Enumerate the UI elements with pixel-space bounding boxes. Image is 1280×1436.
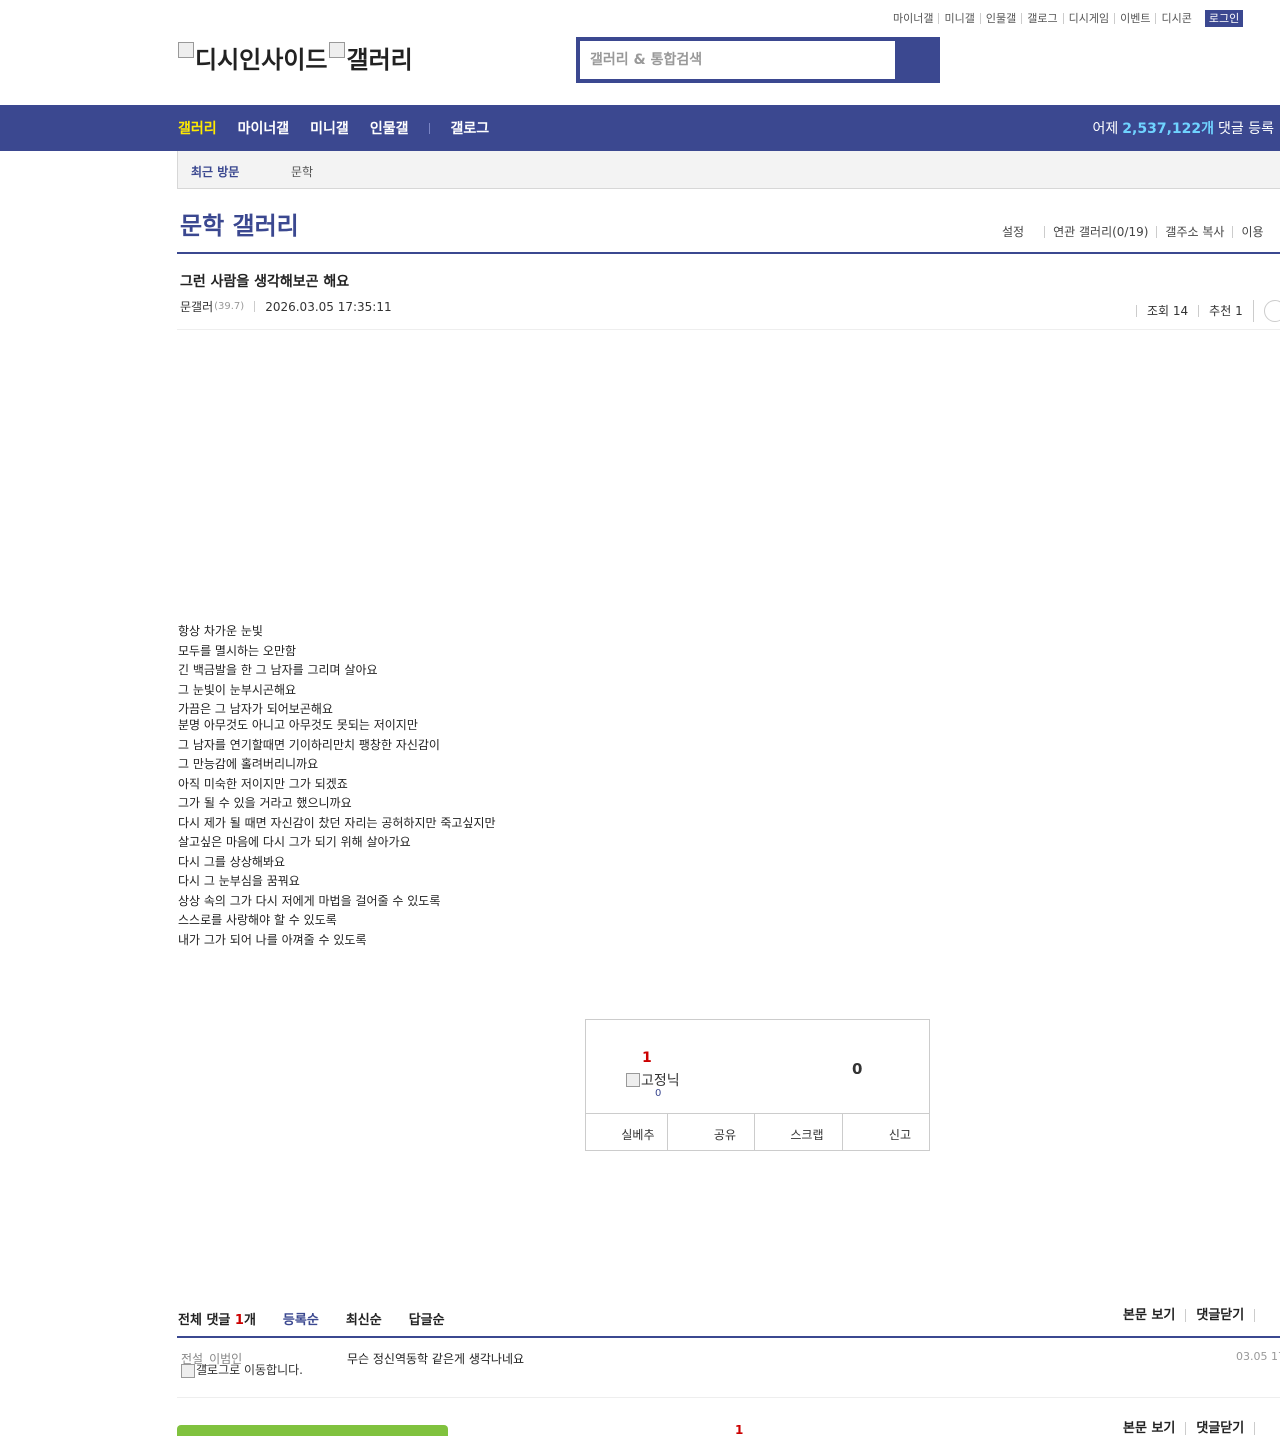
post-line: 다시 그를 상상해봐요 [178, 854, 285, 869]
nav-items: 갤러리 마이너갤 미니갤 인물갤 갤로그 [178, 105, 510, 151]
top-link-dccon[interactable]: 디시콘 [1155, 13, 1196, 24]
scrap-button[interactable]: 스크랩 [754, 1114, 842, 1150]
upvote-count[interactable]: 1 [642, 1050, 652, 1066]
gallery-tools: 설정 연관 갤러리(0/19) 갤주소 복사 이용 [1002, 226, 1272, 238]
broken-image-icon [178, 42, 194, 58]
copy-gallery-url[interactable]: 갤주소 복사 [1156, 226, 1232, 238]
top-link-minor[interactable]: 마이너갤 [893, 13, 938, 24]
post-recommends: 추천 1 [1198, 305, 1253, 317]
nav-gallery[interactable]: 갤러리 [178, 118, 217, 138]
comment-total-count: 1 [234, 1313, 244, 1328]
gallog-link[interactable]: 갤로그로 이동합니다. [181, 1364, 311, 1378]
fixed-nick-recommend[interactable]: 고정닉 [626, 1070, 680, 1090]
post-header-divider [177, 329, 1280, 330]
downvote-count[interactable]: 0 [852, 1060, 862, 1078]
post-line: 그가 될 수 있을 거라고 했으니까요 [178, 796, 352, 810]
meta-divider [254, 301, 256, 312]
comments-divider [177, 1336, 1280, 1338]
post-line: 상상 속의 그가 다시 저에게 마법을 걸어줄 수 있도록 [178, 893, 441, 908]
login-button[interactable]: 로그인 [1204, 10, 1244, 27]
top-links: 마이너갤 미니갤 인물갤 갤로그 디시게임 이벤트 디시콘 로그인 [893, 10, 1244, 27]
post-meta: 문갤러 (39.7) 2026.03.05 17:35:11 [180, 298, 392, 315]
comment-header-links: 본문 보기 댓글닫기 [1123, 1309, 1275, 1322]
nav-mini[interactable]: 미니갤 [310, 118, 349, 138]
title-divider [177, 252, 1280, 254]
post-line: 모두를 멸시하는 오만함 [178, 643, 297, 658]
post-line: 다시 그 눈부심을 꿈꿔요 [178, 874, 300, 888]
recent-visit-item[interactable]: 문학 [291, 163, 313, 180]
nav-minor[interactable]: 마이너갤 [238, 118, 290, 138]
post-line: 내가 그가 되어 나를 아껴줄 수 있도록 [178, 932, 367, 947]
best-recommend-button[interactable]: 실베추 [586, 1114, 667, 1150]
site-logo[interactable]: 디시인사이드 갤러리 [178, 40, 413, 75]
post-line: 가끔은 그 남자가 되어보곤해요 [178, 702, 333, 716]
recent-visits-bar: 최근 방문 문학 [177, 151, 1280, 189]
fixed-nick-count: 0 [655, 1088, 662, 1099]
comment-write-button[interactable] [177, 1425, 448, 1436]
gallery-settings[interactable]: 설정 [1002, 226, 1044, 238]
top-link-gallog[interactable]: 갤로그 [1021, 13, 1062, 24]
post-title: 그런 사람을 생각해보곤 해요 [180, 274, 350, 290]
post-line: 그 남자를 연기할때면 기이하리만치 팽창한 자신감이 [178, 737, 440, 752]
post-line: 항상 차가운 눈빛 [178, 624, 263, 638]
gallery-logo[interactable]: 갤러리 [329, 40, 413, 75]
view-post-link[interactable]: 본문 보기 [1123, 1309, 1185, 1322]
post-date: 2026.03.05 17:35:11 [265, 299, 392, 314]
close-comments-link[interactable]: 댓글닫기 [1185, 1309, 1254, 1322]
sort-by-latest[interactable]: 최신순 [346, 1309, 382, 1328]
main-nav: 갤러리 마이너갤 미니갤 인물갤 갤로그 어제 2,537,122개 댓글 등록 [0, 105, 1280, 151]
comment-stat-number: 2,537,122개 [1122, 121, 1215, 137]
close-comments-link-bottom[interactable]: 댓글닫기 [1185, 1422, 1254, 1435]
comment-footer-links: 본문 보기 댓글닫기 [1123, 1422, 1275, 1435]
post-line: 아직 미숙한 저이지만 그가 되겠죠 [178, 776, 348, 791]
broken-image-icon [181, 1364, 195, 1378]
post-line: 그 만능감에 홀려버리니까요 [178, 757, 319, 771]
broken-image-icon [626, 1073, 640, 1087]
post-line: 긴 백금발을 한 그 남자를 그리며 살아요 [178, 663, 378, 677]
top-link-person[interactable]: 인물갤 [979, 13, 1021, 24]
post-line: 다시 제가 될 때면 자신감이 찼던 자리는 공허하지만 죽고싶지만 [178, 815, 496, 830]
related-galleries[interactable]: 연관 갤러리(0/19) [1044, 226, 1156, 238]
gallery-usage[interactable]: 이용 [1232, 226, 1271, 238]
search-input[interactable] [580, 41, 895, 79]
dcinside-logo[interactable]: 디시인사이드 [178, 40, 327, 75]
broken-image-icon [329, 42, 346, 58]
top-link-game[interactable]: 디시게임 [1062, 13, 1114, 24]
search-box [576, 37, 940, 83]
sort-by-replies[interactable]: 답글순 [409, 1309, 445, 1328]
more-options-icon[interactable] [1263, 300, 1280, 322]
post-line: 살고싶은 마음에 다시 그가 되기 위해 살아가요 [178, 835, 411, 849]
comment-page-number[interactable]: 1 [735, 1423, 743, 1436]
comment-total: 전체 댓글 1개 [178, 1313, 256, 1328]
sort-by-register[interactable]: 등록순 [283, 1309, 319, 1328]
comment-stat: 어제 2,537,122개 댓글 등록 [1093, 105, 1274, 151]
comment-text: 무슨 정신역동학 같은게 생각나네요 [347, 1352, 525, 1366]
nav-gallog[interactable]: 갤로그 [450, 118, 489, 138]
post-line: 스스로를 사랑해야 할 수 있도록 [178, 913, 337, 927]
top-link-event[interactable]: 이벤트 [1114, 13, 1155, 24]
nav-divider [429, 122, 431, 134]
view-post-link-bottom[interactable]: 본문 보기 [1123, 1422, 1185, 1435]
post-body: 항상 차가운 눈빛 모두를 멸시하는 오만함 긴 백금발을 한 그 남자를 그리… [178, 622, 496, 950]
share-button[interactable]: 공유 [666, 1114, 755, 1150]
comment-date: 03.05 17 [1236, 1350, 1280, 1363]
gallery-title[interactable]: 문학 갤러리 [180, 206, 299, 241]
post-author-ip: (39.7) [214, 301, 245, 312]
post-stats: 조회 14 추천 1 [1136, 300, 1280, 322]
nav-person[interactable]: 인물갤 [370, 118, 409, 138]
comment-tabs: 전체 댓글 1개 등록순 최신순 답글순 [178, 1309, 445, 1328]
search-button[interactable] [895, 37, 940, 83]
report-button[interactable]: 신고 [841, 1114, 930, 1150]
comment-divider [177, 1397, 1280, 1398]
post-views: 조회 14 [1136, 305, 1198, 317]
post-line: 분명 아무것도 아니고 아무것도 못되는 저이지만 [178, 718, 418, 732]
recent-visits-label[interactable]: 최근 방문 [191, 163, 239, 180]
recommend-box: 1 고정닉 0 0 실베추 공유 스크랩 신고 [585, 1019, 930, 1151]
post-author[interactable]: 문갤러 [180, 298, 213, 315]
post-line: 그 눈빛이 눈부시곤해요 [178, 682, 297, 697]
recommend-actions: 실베추 공유 스크랩 신고 [586, 1113, 929, 1150]
top-link-mini[interactable]: 미니갤 [938, 13, 979, 24]
